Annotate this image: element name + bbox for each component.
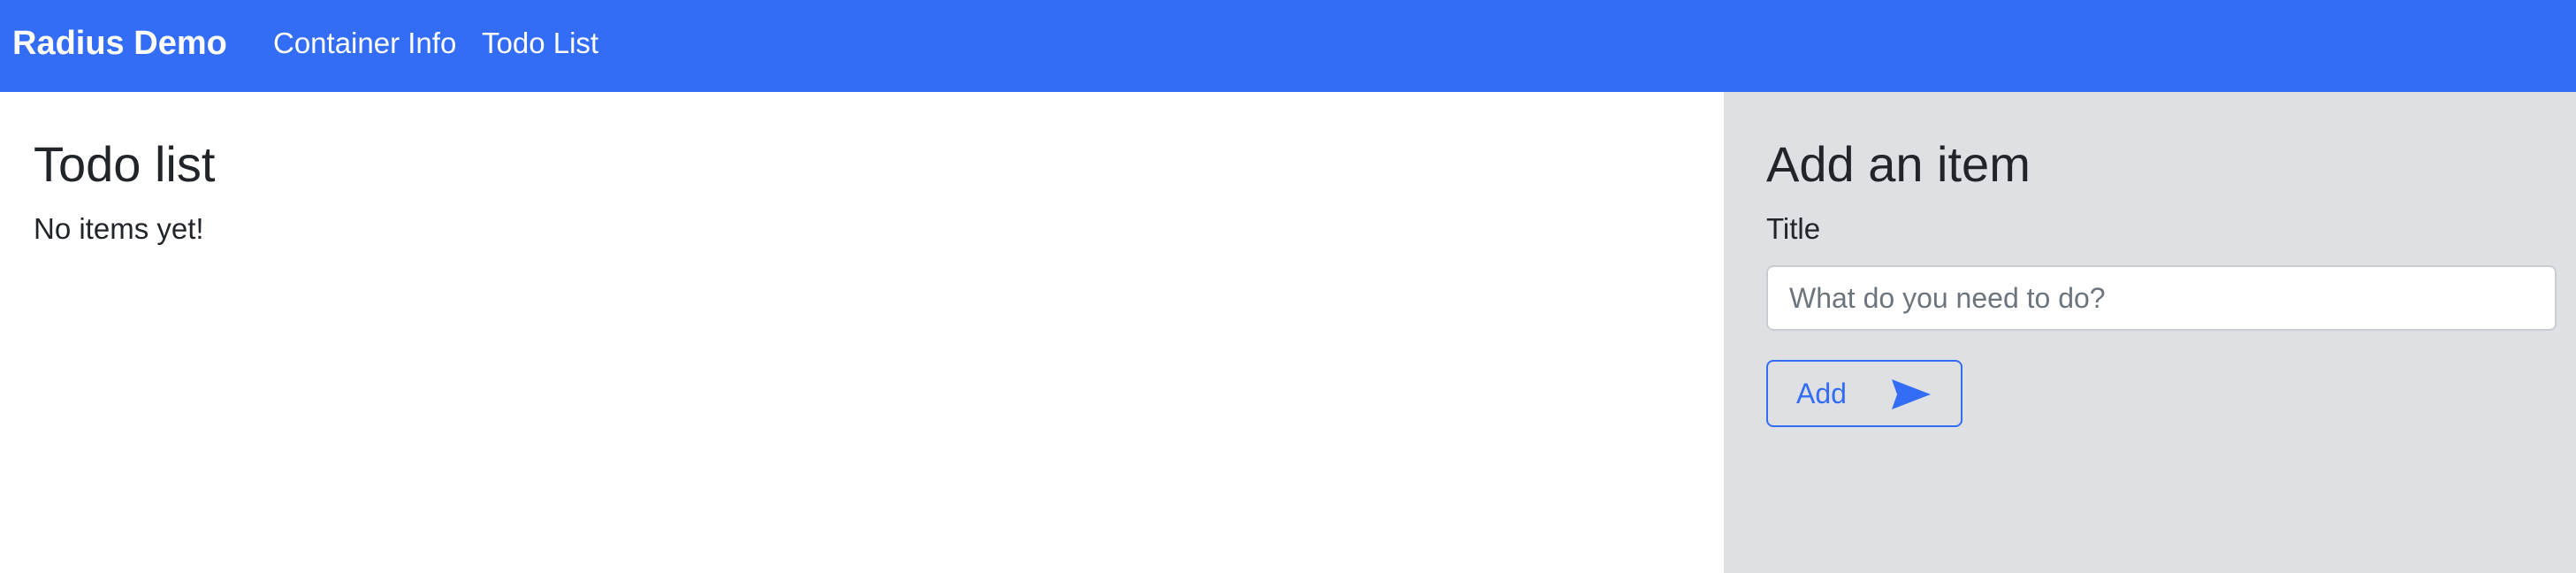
send-icon [1892,379,1931,409]
top-navbar: Radius Demo Container Info Todo List [0,0,2576,92]
add-item-heading: Add an item [1766,136,2031,192]
brand-logo-text[interactable]: Radius Demo [12,23,227,64]
nav-link-container-info[interactable]: Container Info [273,25,456,62]
todo-list-panel: Todo list No items yet! [0,92,1724,573]
add-button[interactable]: Add [1766,360,1962,427]
title-field-label: Title [1766,212,1821,245]
add-item-panel: Add an item Title Add [1724,92,2576,573]
title-input[interactable] [1766,265,2557,331]
todo-list-heading: Todo list [34,136,216,192]
add-button-label: Add [1796,378,1847,409]
nav-link-todo-list[interactable]: Todo List [482,25,598,62]
empty-state-message: No items yet! [34,212,204,245]
